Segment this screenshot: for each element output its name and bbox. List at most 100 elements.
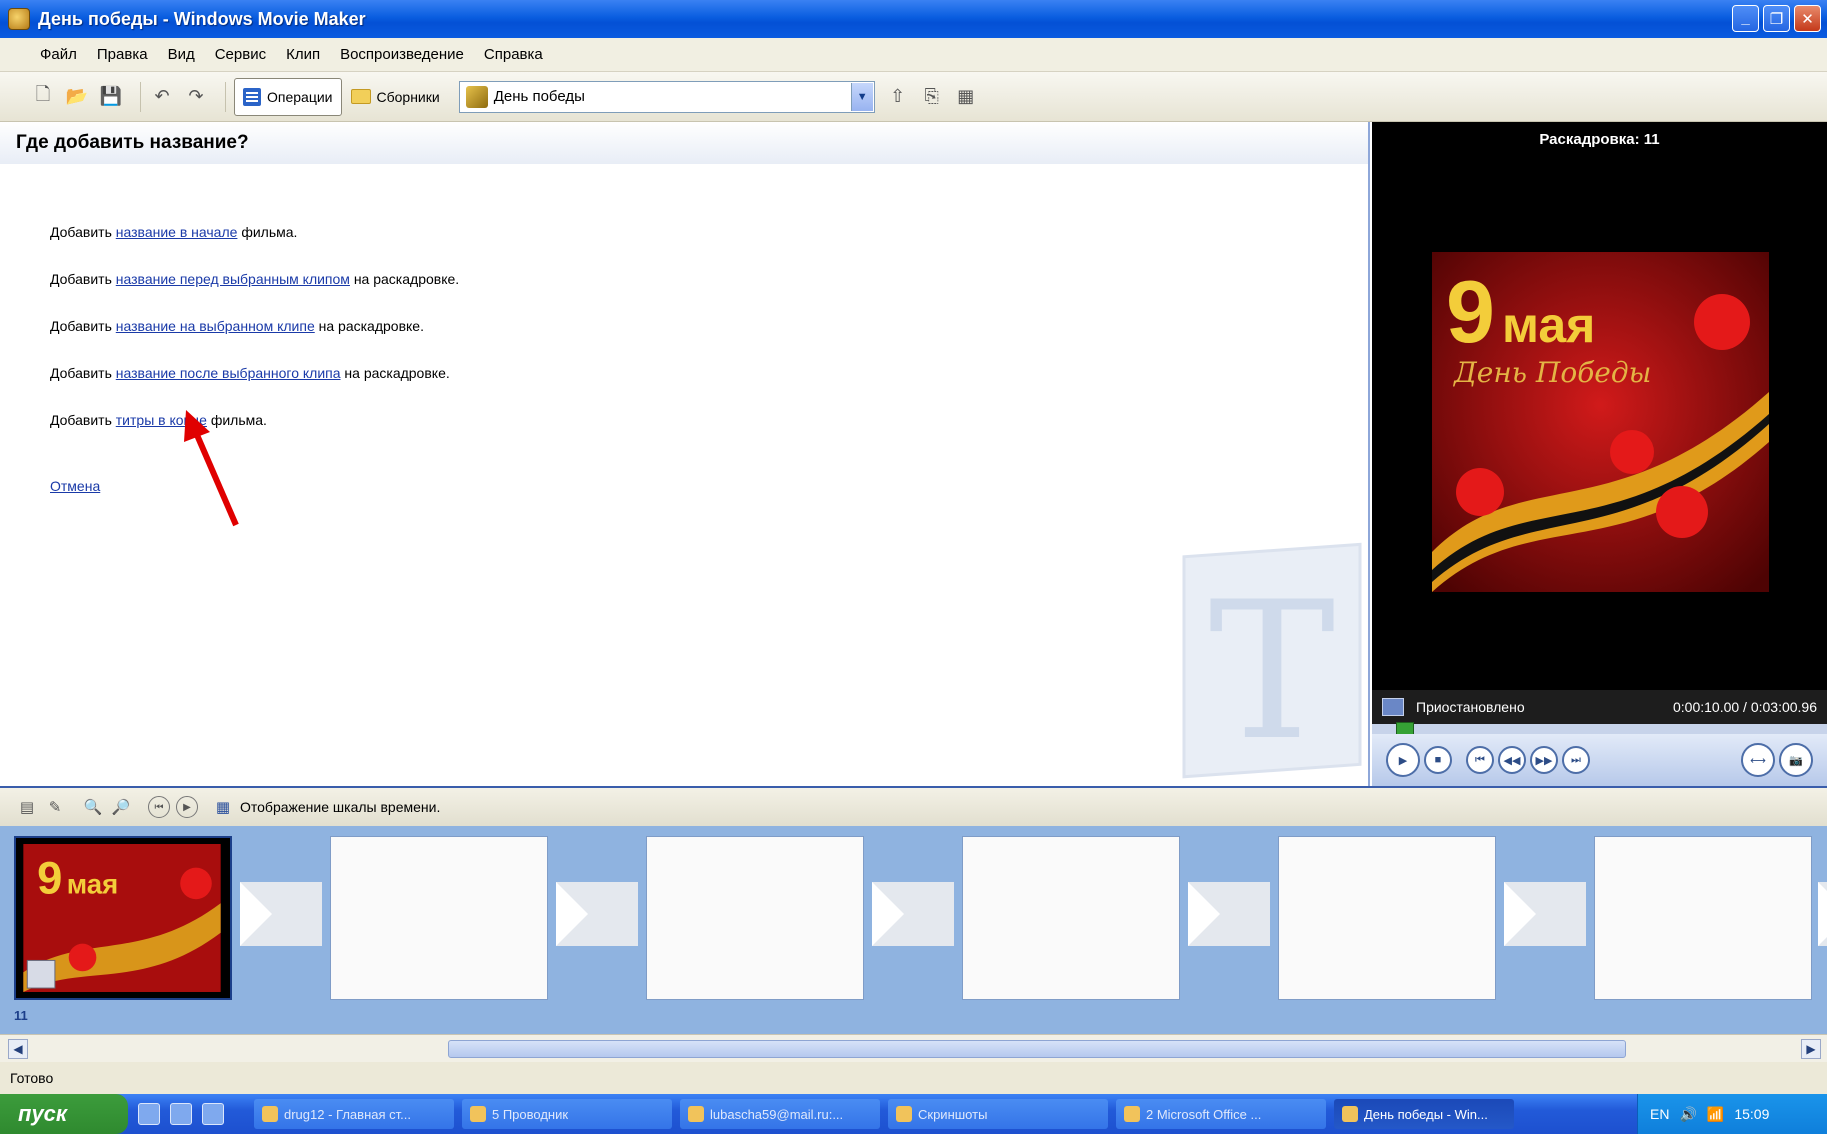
clip-thumbnail: 9 мая [23,844,221,992]
stop-button[interactable]: ■ [1424,746,1452,774]
scroll-left-icon[interactable]: ◀ [8,1039,28,1059]
narrate-icon[interactable]: ▤ [16,796,38,818]
collections-button[interactable]: Сборники [342,78,449,116]
operations-button[interactable]: Операции [234,77,342,116]
storyboard-toolbar: ▤ ✎ 🔍 🔎 ⏮ ▶ ▦ Отображение шкалы времени. [0,786,1827,826]
forward-button[interactable]: ▶▶ [1530,746,1558,774]
transition-slot[interactable] [240,882,322,946]
rewind-storyboard-button[interactable]: ⏮ [148,796,170,818]
transition-slot[interactable] [872,882,954,946]
rewind-button[interactable]: ◀◀ [1498,746,1526,774]
scroll-right-icon[interactable]: ▶ [1801,1039,1821,1059]
quick-launch-icon[interactable] [170,1103,192,1125]
clip-effect-icon [26,959,56,989]
title-after-clip-link[interactable]: название после выбранного клипа [116,365,341,381]
chevron-down-icon[interactable]: ▼ [850,82,873,111]
taskbar-item-label: День победы - Win... [1364,1106,1488,1122]
previous-frame-button[interactable]: ⏮ [1466,746,1494,774]
volume-icon[interactable]: 🔊 [1679,1106,1696,1123]
save-project-icon[interactable]: 💾 [98,84,124,110]
storyboard-empty-slot[interactable] [646,836,864,1000]
show-desktop-icon[interactable] [138,1103,160,1125]
minimize-button[interactable]: _ [1732,5,1759,32]
menu-view[interactable]: Вид [158,46,205,63]
maximize-button[interactable]: ❐ [1763,5,1790,32]
svg-text:T: T [1209,561,1336,782]
split-clip-button[interactable]: ⟷ [1741,743,1775,777]
taskbar-item-label: 5 Проводник [492,1106,569,1122]
next-frame-button[interactable]: ⏭ [1562,746,1590,774]
collection-select[interactable]: День победы ▼ [458,80,875,113]
taskbar-item-browser[interactable]: drug12 - Главная ст... [254,1099,454,1129]
option-suffix: на раскадровке. [353,271,460,287]
network-icon[interactable]: 📶 [1707,1106,1724,1123]
transition-slot[interactable] [1504,882,1586,946]
menu-tools[interactable]: Сервис [205,46,276,63]
new-project-icon[interactable]: 🗋 [30,84,56,110]
annotation-arrow-icon [184,410,239,527]
menu-clip[interactable]: Клип [276,46,330,63]
menu-file[interactable]: Файл [30,46,87,63]
movie-maker-icon [1342,1106,1358,1122]
taskbar-item-mail[interactable]: lubascha59@mail.ru:... [680,1099,880,1129]
title-option-start: Добавить название в начале фильма. [50,224,297,240]
option-suffix: на раскадровке. [318,318,424,334]
storyboard-empty-slot[interactable] [1278,836,1496,1000]
new-collection-icon[interactable]: ⎘ [919,84,945,110]
quick-launch-icon[interactable] [202,1103,224,1125]
scrollbar-thumb[interactable] [448,1040,1626,1058]
option-prefix: Добавить [50,412,112,428]
playback-status-icon [1382,698,1404,716]
playback-status-bar: Приостановлено 0:00:10.00 / 0:03:00.96 [1372,690,1827,724]
menu-help[interactable]: Справка [474,46,553,63]
play-button[interactable]: ▶ [1386,743,1420,777]
zoom-out-icon[interactable]: 🔎 [110,796,132,818]
storyboard-empty-slot[interactable] [1594,836,1812,1000]
taskbar-item-office[interactable]: 2 Microsoft Office ... [1116,1099,1326,1129]
transition-slot[interactable] [1818,882,1827,946]
audio-levels-icon[interactable]: ✎ [44,796,66,818]
redo-icon[interactable]: ↷ [183,84,209,110]
views-icon[interactable]: ▦ [953,84,979,110]
language-indicator[interactable]: EN [1650,1106,1669,1122]
show-timeline-toggle[interactable]: Отображение шкалы времени. [240,799,440,815]
window-title: День победы - Windows Movie Maker [38,8,366,29]
zoom-in-icon[interactable]: 🔍 [82,796,104,818]
open-project-icon[interactable]: 📂 [64,84,90,110]
clip-thumbnail-text: мая [67,868,119,899]
playback-controls: ▶ ■ ⏮ ◀◀ ▶▶ ⏭ ⟷ 📷 [1372,734,1827,786]
up-level-icon[interactable]: ⇧ [885,84,911,110]
close-button[interactable]: ✕ [1794,5,1821,32]
title-option-before: Добавить название перед выбранным клипом… [50,271,459,287]
taskbar-item-movie-maker[interactable]: День победы - Win... [1334,1099,1514,1129]
preview-image-digit: 9 [1446,262,1495,361]
windows-taskbar: пуск drug12 - Главная ст... 5 Проводник … [0,1094,1827,1134]
seek-bar[interactable] [1372,722,1827,736]
undo-icon[interactable]: ↶ [149,84,175,110]
title-bar: День победы - Windows Movie Maker _ ❐ ✕ [0,0,1827,38]
start-button[interactable]: пуск [0,1094,128,1134]
toolbar-separator [140,81,141,112]
title-at-start-link[interactable]: название в начале [116,224,238,240]
play-storyboard-button[interactable]: ▶ [176,796,198,818]
title-on-clip-link[interactable]: название на выбранном клипе [116,318,315,334]
taskbar-item-explorer[interactable]: 5 Проводник [462,1099,672,1129]
clip-thumbnail-digit: 9 [37,852,62,903]
taskbar-item-screenshots[interactable]: Скриншоты [888,1099,1108,1129]
storyboard-empty-slot[interactable] [962,836,1180,1000]
storyboard-empty-slot[interactable] [330,836,548,1000]
transition-slot[interactable] [1188,882,1270,946]
storyboard-scrollbar[interactable]: ◀ ▶ [0,1034,1827,1062]
storyboard-clip-1[interactable]: 9 мая [14,836,232,1000]
taskbar-item-label: Скриншоты [918,1106,988,1122]
transition-slot[interactable] [556,882,638,946]
taskbar-item-label: lubascha59@mail.ru:... [710,1106,844,1122]
menu-playback[interactable]: Воспроизведение [330,46,474,63]
cancel-link[interactable]: Отмена [50,478,100,494]
title-before-clip-link[interactable]: название перед выбранным клипом [116,271,350,287]
taskbar-item-label: drug12 - Главная ст... [284,1106,411,1122]
timeline-icon[interactable]: ▦ [212,796,234,818]
menu-edit[interactable]: Правка [87,46,158,63]
title-option-on: Добавить название на выбранном клипе на … [50,318,424,334]
take-picture-button[interactable]: 📷 [1779,743,1813,777]
